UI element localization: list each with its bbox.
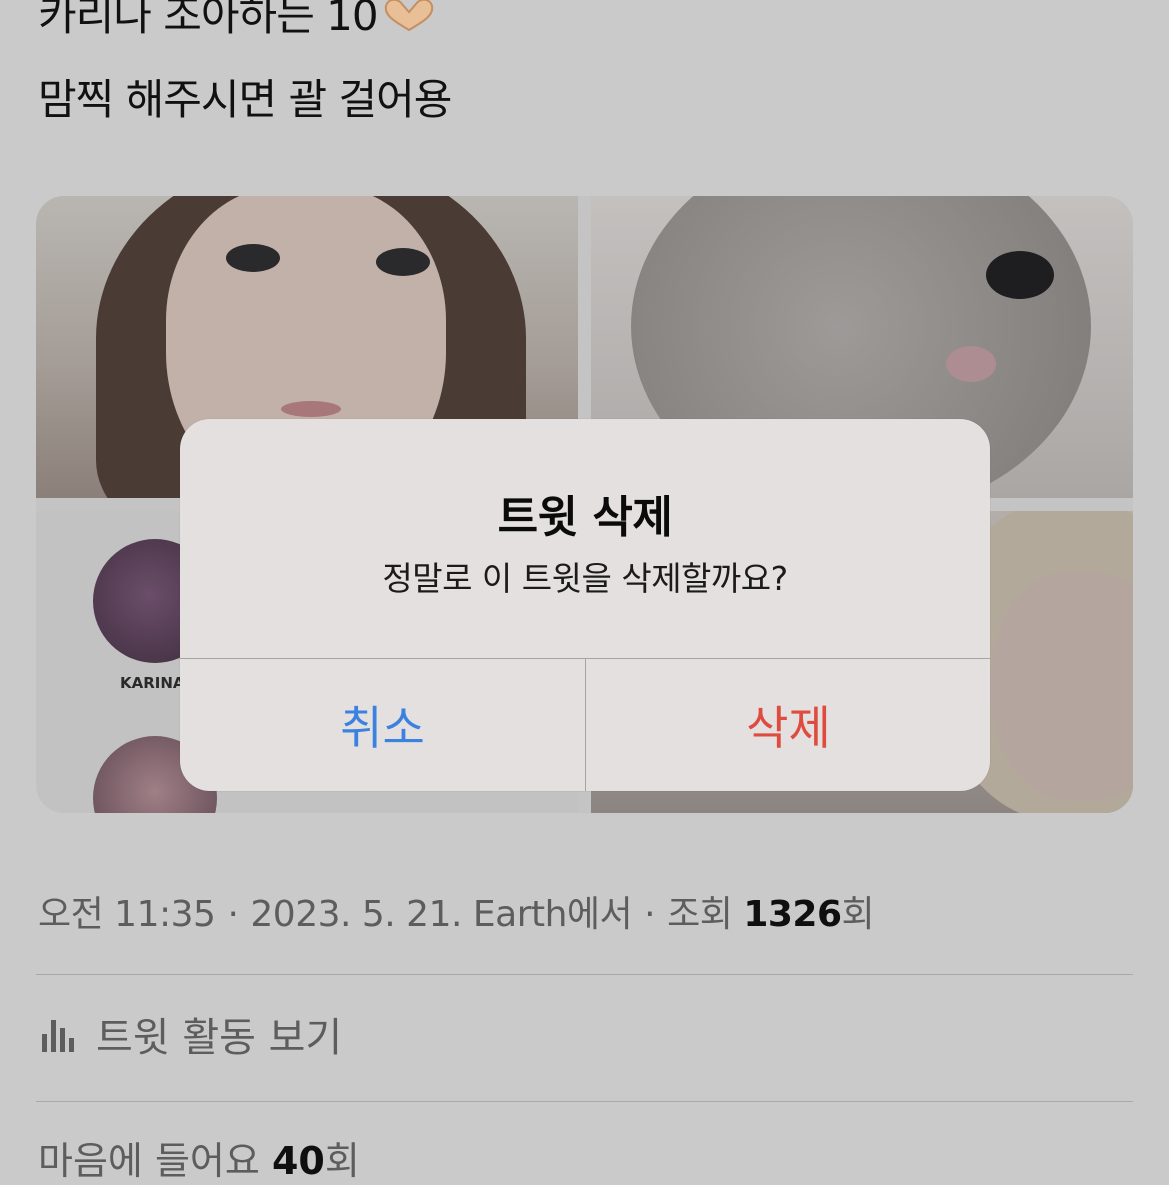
views-prefix: 조회: [667, 894, 733, 935]
photo-face-shape: [991, 571, 1133, 801]
likes-suffix: 회: [324, 1139, 360, 1183]
tweet-source: Earth에서: [472, 894, 633, 935]
alert-message: 정말로 이 트윗을 삭제할까요?: [382, 559, 788, 598]
likes-count: 40: [271, 1139, 325, 1183]
tweet-text-line1: 카리나 조아하는 10: [38, 0, 379, 40]
alert-title: 트윗 삭제: [497, 492, 673, 543]
separator-dot: ·: [227, 894, 239, 935]
tweet-body: 카리나 조아하는 10 맘찍 해주시면 괄 걸어용: [38, 0, 1128, 142]
photo-lips: [281, 401, 341, 417]
cat-nose: [946, 346, 996, 382]
tweet-meta: 오전 11:35 · 2023. 5. 21. Earth에서 · 조회 1326회: [38, 885, 875, 937]
avatar-label: KARINA: [120, 674, 185, 692]
delete-button[interactable]: 삭제: [586, 659, 990, 791]
tweet-time: 오전 11:35: [38, 894, 216, 935]
cancel-button[interactable]: 취소: [180, 659, 585, 791]
tweet-date: 2023. 5. 21.: [250, 894, 462, 935]
views-count: 1326: [743, 894, 842, 935]
likes-prefix: 마음에 들어요: [38, 1139, 260, 1183]
views-suffix: 회: [841, 894, 875, 935]
divider: [36, 1101, 1133, 1102]
likes-count-row[interactable]: 마음에 들어요 40회: [38, 1130, 360, 1185]
photo-eye-right: [376, 248, 430, 276]
tweet-line-1: 카리나 조아하는 10: [38, 0, 1128, 58]
bar-chart-icon: [42, 1020, 74, 1052]
heart-hands-emoji-icon: [384, 0, 433, 32]
tweet-line-2: 맘찍 해주시면 괄 걸어용: [38, 75, 452, 124]
photo-eye-left: [226, 244, 280, 272]
cat-eye: [986, 251, 1054, 299]
divider: [36, 974, 1133, 975]
separator-dot: ·: [644, 894, 656, 935]
activity-label: 트윗 활동 보기: [96, 1015, 343, 1061]
tweet-activity-link[interactable]: 트윗 활동 보기: [38, 1005, 342, 1063]
delete-tweet-alert: 트윗 삭제 정말로 이 트윗을 삭제할까요? 취소 삭제: [180, 419, 990, 791]
